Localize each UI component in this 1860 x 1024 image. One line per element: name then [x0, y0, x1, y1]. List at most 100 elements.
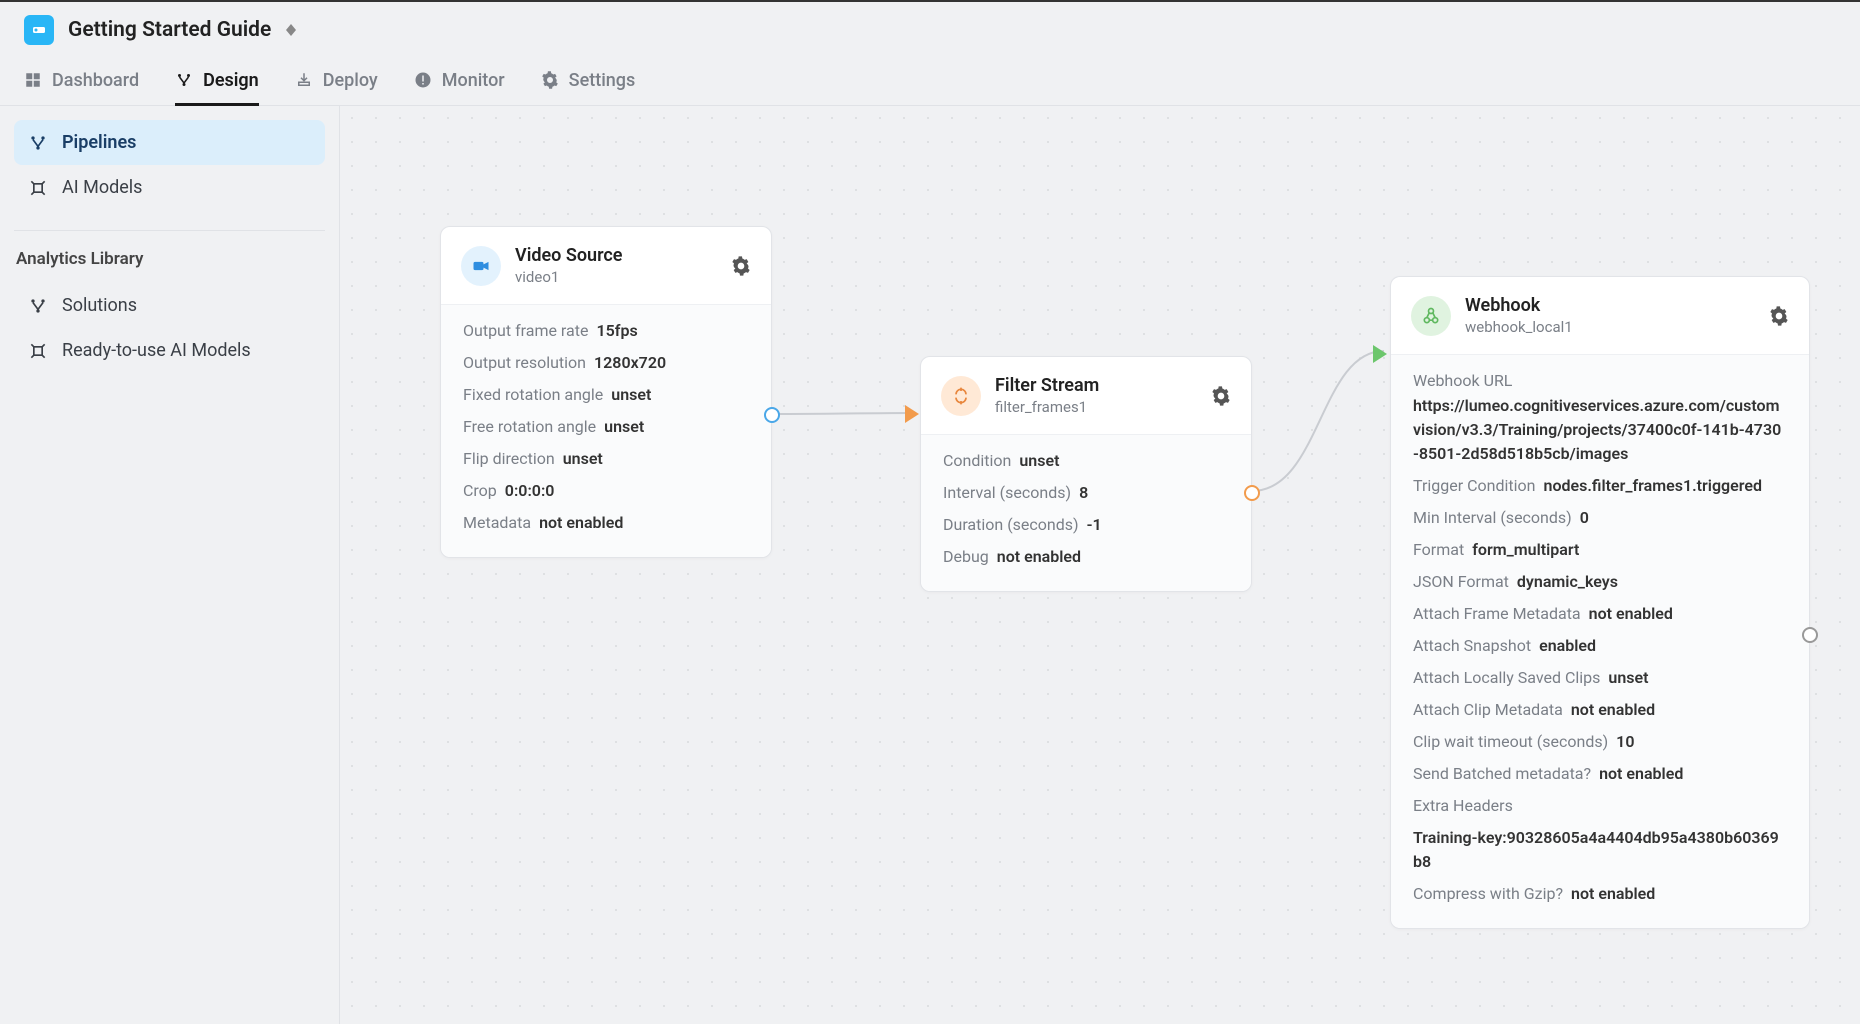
property-row: Debug not enabled [943, 541, 1229, 573]
prop-label: Debug [943, 545, 989, 569]
prop-label: Crop [463, 479, 497, 503]
gear-icon[interactable] [1769, 306, 1789, 326]
gear-icon[interactable] [731, 256, 751, 276]
sidebar-label: Ready-to-use AI Models [62, 340, 251, 361]
input-port[interactable] [905, 405, 919, 423]
title-dropdown[interactable] [283, 23, 299, 37]
prop-value: unset [604, 415, 644, 439]
prop-value: unset [1019, 449, 1059, 473]
prop-value: 1280x720 [594, 351, 666, 375]
prop-value: unset [1608, 666, 1648, 690]
nav-label: Deploy [323, 70, 378, 91]
filter-icon [941, 376, 981, 416]
topbar: Getting Started Guide [0, 0, 1860, 58]
property-row: Output frame rate 15fps [463, 315, 749, 347]
prop-label: Duration (seconds) [943, 513, 1079, 537]
tab-settings[interactable]: Settings [541, 58, 636, 106]
output-port[interactable] [1802, 627, 1818, 643]
property-row: Compress with Gzip?not enabled [1413, 878, 1787, 910]
node-filter-stream[interactable]: Filter Stream filter_frames1 Conditionun… [920, 356, 1252, 592]
app-logo [24, 15, 54, 45]
input-port[interactable] [1373, 345, 1387, 363]
sidebar-item-ai-models[interactable]: AI Models [14, 165, 325, 210]
property-row: Formatform_multipart [1413, 534, 1787, 566]
sidebar-label: AI Models [62, 177, 142, 198]
prop-label: Attach Frame Metadata [1413, 602, 1581, 626]
prop-label: Min Interval (seconds) [1413, 506, 1572, 530]
prop-value: 15fps [596, 319, 637, 343]
prop-label: Format [1413, 538, 1464, 562]
tab-monitor[interactable]: Monitor [414, 58, 505, 106]
prop-value: 10 [1616, 730, 1634, 754]
property-row: JSON Formatdynamic_keys [1413, 566, 1787, 598]
property-row: Extra Headers Training-key:90328605a4a440… [1413, 790, 1787, 878]
page-title: Getting Started Guide [68, 18, 271, 42]
prop-label: Output frame rate [463, 319, 588, 343]
settings-icon [541, 71, 559, 89]
node-properties: ConditionunsetInterval (seconds)8Duratio… [921, 434, 1251, 591]
monitor-icon [414, 71, 432, 89]
property-row: Attach Snapshotenabled [1413, 630, 1787, 662]
property-row: Free rotation angle unset [463, 411, 749, 443]
prop-value: 0:0:0:0 [505, 479, 555, 503]
pipeline-canvas[interactable]: Video Source video1 Output frame rate 15f… [340, 106, 1860, 1024]
prop-value: https://lumeo.cognitiveservices.azure.co… [1413, 394, 1787, 466]
property-row: Output resolution1280x720 [463, 347, 749, 379]
ai-models-icon [28, 178, 48, 198]
sidebar-item-ready-models[interactable]: Ready-to-use AI Models [14, 328, 325, 373]
nav-label: Settings [569, 70, 636, 91]
node-webhook[interactable]: Webhook webhook_local1 Webhook URL https… [1390, 276, 1810, 929]
node-subtitle: video1 [515, 268, 717, 286]
output-port[interactable] [764, 407, 780, 423]
node-properties: Webhook URL https://lumeo.cognitiveservi… [1391, 354, 1809, 928]
property-row: Attach Locally Saved Clips unset [1413, 662, 1787, 694]
property-row: Metadatanot enabled [463, 507, 749, 539]
nav-label: Design [203, 70, 259, 91]
prop-label: Flip direction [463, 447, 555, 471]
prop-label: Attach Locally Saved Clips [1413, 666, 1600, 690]
solutions-icon [28, 296, 48, 316]
prop-value: nodes.filter_frames1.triggered [1544, 474, 1763, 498]
sidebar-label: Pipelines [62, 132, 136, 153]
prop-label: Trigger Condition [1413, 474, 1536, 498]
property-row: Fixed rotation angleunset [463, 379, 749, 411]
dashboard-icon [24, 71, 42, 89]
prop-value: Training-key:90328605a4a4404db95a4380b60… [1413, 826, 1787, 874]
nav-label: Dashboard [52, 70, 139, 91]
property-row: Attach Clip Metadatanot enabled [1413, 694, 1787, 726]
gear-icon[interactable] [1211, 386, 1231, 406]
tab-dashboard[interactable]: Dashboard [24, 58, 139, 106]
node-video-source[interactable]: Video Source video1 Output frame rate 15f… [440, 226, 772, 558]
prop-value: 8 [1079, 481, 1088, 505]
sidebar: Pipelines AI Models Analytics Library So… [0, 106, 340, 1024]
tab-deploy[interactable]: Deploy [295, 58, 378, 106]
prop-label: Free rotation angle [463, 415, 596, 439]
node-subtitle: webhook_local1 [1465, 318, 1755, 336]
webhook-icon [1411, 296, 1451, 336]
main-nav: Dashboard Design Deploy Monitor Settings [0, 58, 1860, 106]
prop-value: not enabled [1599, 762, 1683, 786]
property-row: Min Interval (seconds)0 [1413, 502, 1787, 534]
property-row: Duration (seconds) -1 [943, 509, 1229, 541]
prop-value: not enabled [997, 545, 1081, 569]
output-port[interactable] [1244, 485, 1260, 501]
property-row: Attach Frame Metadata not enabled [1413, 598, 1787, 630]
prop-value: enabled [1539, 634, 1596, 658]
prop-value: not enabled [539, 511, 623, 535]
sidebar-item-pipelines[interactable]: Pipelines [14, 120, 325, 165]
node-title: Filter Stream [995, 375, 1197, 396]
prop-value: not enabled [1589, 602, 1673, 626]
node-title: Video Source [515, 245, 717, 266]
prop-label: Send Batched metadata? [1413, 762, 1591, 786]
prop-label: Condition [943, 449, 1011, 473]
prop-label: Extra Headers [1413, 794, 1513, 818]
sidebar-item-solutions[interactable]: Solutions [14, 283, 325, 328]
prop-value: -1 [1087, 513, 1102, 537]
tab-design[interactable]: Design [175, 58, 259, 106]
deploy-icon [295, 71, 313, 89]
property-row: Interval (seconds) 8 [943, 477, 1229, 509]
property-row: Trigger Condition nodes.filter_frames1.tr… [1413, 470, 1787, 502]
prop-value: unset [563, 447, 603, 471]
prop-label: Interval (seconds) [943, 481, 1071, 505]
prop-value: not enabled [1571, 698, 1655, 722]
